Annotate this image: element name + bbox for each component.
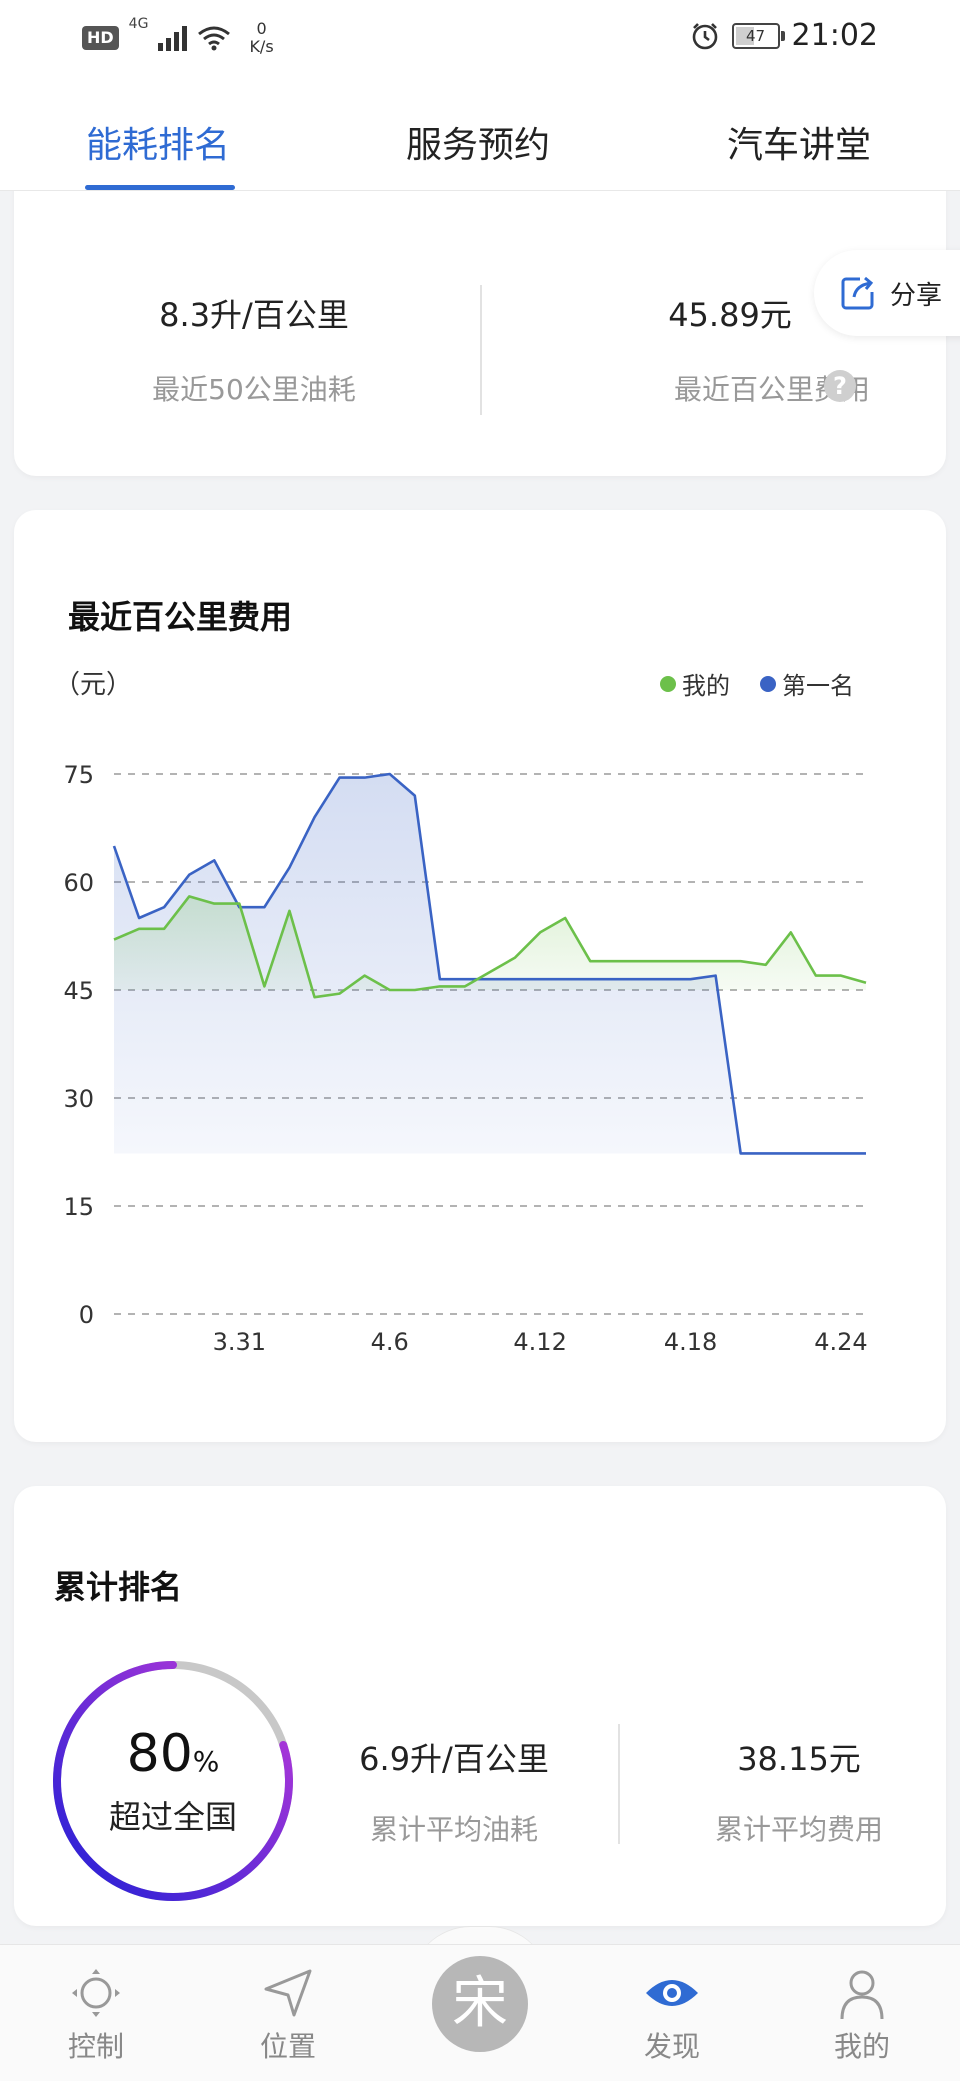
tab-service-booking[interactable]: 服务预约	[406, 116, 550, 168]
nav-label-mine: 我的	[833, 2030, 890, 2063]
nav-item-discover[interactable]: 发现	[612, 1965, 732, 2065]
song-logo-icon[interactable]: 宋	[432, 1956, 528, 2052]
location-arrow-icon	[264, 1969, 312, 2017]
tab-energy-ranking[interactable]: 能耗排名	[86, 116, 230, 168]
rank-percent-sign: %	[192, 1745, 220, 1778]
speed-value: 0	[256, 19, 267, 38]
x-tick-label: 4.12	[513, 1328, 566, 1356]
y-tick-label: 60	[63, 869, 94, 897]
rank-divider	[618, 1724, 620, 1844]
recent-fuel-label: 最近50公里油耗	[152, 373, 356, 406]
avg-cost-value: 38.15元	[737, 1740, 861, 1778]
status-left: HD 4G 0 K/s	[82, 16, 274, 56]
help-icon[interactable]: ?	[824, 370, 856, 402]
status-bar: HD 4G 0 K/s 47 21:02	[0, 0, 960, 78]
rank-ring-label: 超过全国	[108, 1798, 237, 1836]
nav-item-location[interactable]: 位置	[228, 1965, 348, 2065]
y-tick-label: 30	[63, 1085, 94, 1113]
share-icon	[841, 276, 874, 310]
battery-icon: 47	[731, 22, 785, 49]
rank-ring: 80% 超过全国	[48, 1656, 298, 1906]
rank-percent: 80%	[48, 1724, 298, 1784]
nav-item-mine[interactable]: 我的	[802, 1965, 922, 2065]
rank-ring-text: 80% 超过全国	[48, 1656, 298, 1906]
top-tabs: 能耗排名 服务预约 汽车讲堂	[0, 78, 960, 191]
share-label: 分享	[890, 280, 943, 311]
avg-fuel-value: 6.9升/百公里	[359, 1740, 549, 1778]
recent-summary-card: 8.3升/百公里 最近50公里油耗 45.89元 最近百公里费用 ?	[14, 130, 946, 476]
nav-label-control: 控制	[67, 2030, 124, 2063]
rank-percent-number: 80	[126, 1724, 193, 1784]
network-speed: 0 K/s	[249, 20, 273, 56]
y-tick-label: 75	[63, 761, 94, 789]
avg-fuel-label: 累计平均油耗	[369, 1813, 538, 1846]
x-tick-label: 4.6	[371, 1328, 409, 1356]
speed-unit: K/s	[249, 37, 274, 56]
share-button[interactable]: 分享	[814, 250, 960, 336]
nav-label-location: 位置	[259, 2030, 316, 2063]
avg-cost-label: 累计平均费用	[714, 1813, 883, 1846]
y-tick-label: 15	[63, 1193, 94, 1221]
series-area-0	[114, 896, 866, 998]
battery-level: 47	[745, 26, 766, 45]
nav-label-discover: 发现	[643, 2030, 700, 2063]
active-tab-indicator	[85, 185, 235, 190]
signal-icon	[158, 25, 188, 51]
wifi-icon	[198, 26, 231, 51]
alarm-icon	[692, 22, 717, 49]
y-tick-label: 0	[79, 1301, 94, 1329]
x-tick-label: 3.31	[213, 1328, 266, 1356]
user-icon	[840, 1970, 884, 2020]
hd-badge: HD	[82, 26, 119, 50]
rank-title: 累计排名	[54, 1568, 183, 1606]
y-tick-label: 45	[63, 977, 94, 1005]
nav-item-control[interactable]: 控制	[36, 1965, 156, 2065]
summary-divider	[480, 285, 482, 415]
x-tick-label: 4.18	[664, 1328, 717, 1356]
control-icon	[72, 1969, 120, 2017]
cost-line-chart: 0 15 30 45 60 75 3.31 4.6 4.12 4.18 4.24	[63, 761, 867, 1356]
network-type: 4G	[128, 16, 149, 32]
recent-fuel-value: 8.3升/百公里	[159, 296, 349, 334]
cumulative-rank-card: 累计排名 80% 超过全国 6.9升/百公里 累计平均油耗 38.15元 累计平…	[14, 1486, 946, 1926]
eye-icon	[646, 1980, 698, 2006]
x-tick-label: 4.24	[814, 1328, 867, 1356]
status-right: 47 21:02	[690, 18, 878, 53]
clock: 21:02	[791, 18, 878, 53]
recent-cost-chart-card: 最近百公里费用 （元） 我的 第一名 0 15 30 45 60 75 3.31 4.6 4.1…	[14, 510, 946, 1442]
tab-car-classroom[interactable]: 汽车讲堂	[727, 116, 871, 168]
